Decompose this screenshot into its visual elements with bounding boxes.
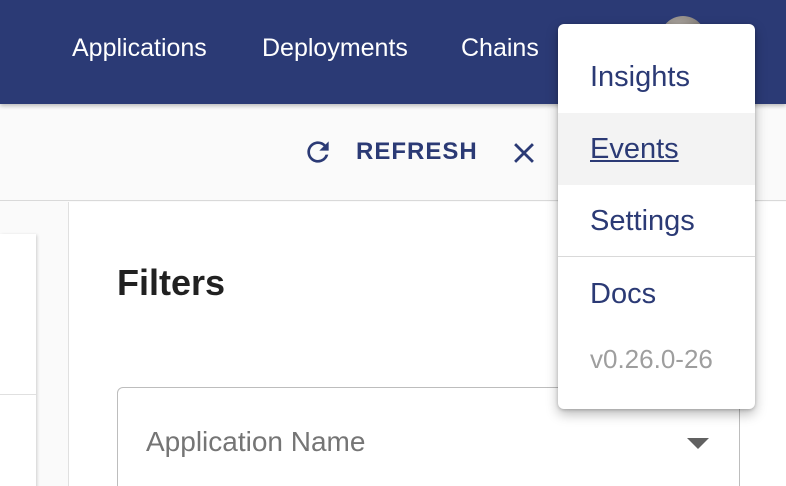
left-panel — [0, 234, 36, 486]
application-name-placeholder: Application Name — [146, 426, 366, 457]
nav-chains[interactable]: Chains — [461, 30, 539, 66]
menu-item-insights[interactable]: Insights — [558, 41, 755, 113]
user-menu: Insights Events Settings Docs v0.26.0-26 — [558, 24, 755, 409]
menu-item-events[interactable]: Events — [558, 113, 755, 185]
menu-item-events-label: Events — [590, 133, 679, 165]
filters-title: Filters — [117, 262, 226, 303]
close-icon[interactable] — [507, 136, 541, 170]
refresh-button[interactable]: REFRESH — [302, 132, 478, 172]
menu-item-settings[interactable]: Settings — [558, 185, 755, 257]
chevron-down-icon — [687, 438, 709, 449]
app-page: Applications Deployments Chains REFRESH … — [0, 0, 786, 486]
version-label: v0.26.0-26 — [590, 344, 713, 374]
nav-applications[interactable]: Applications — [72, 30, 207, 66]
refresh-icon — [302, 136, 334, 168]
nav-deployments[interactable]: Deployments — [262, 30, 408, 66]
menu-divider — [558, 256, 755, 257]
refresh-label: REFRESH — [356, 138, 478, 165]
left-panel-divider — [0, 394, 36, 395]
menu-item-docs[interactable]: Docs — [558, 258, 755, 330]
